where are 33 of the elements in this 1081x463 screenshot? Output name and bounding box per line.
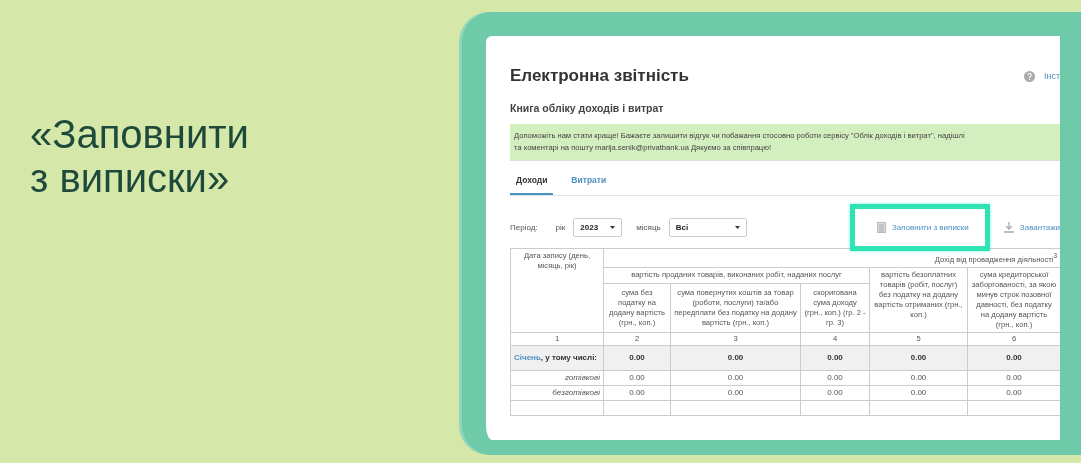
action-link[interactable]: Заповнити з виписки <box>876 221 969 233</box>
download-icon <box>1003 221 1014 233</box>
tab[interactable]: Витрати <box>565 171 613 195</box>
table-cell: 0.00 <box>800 370 870 386</box>
row-label: безготівкові <box>510 385 604 401</box>
help-link[interactable]: Інст <box>1043 71 1060 81</box>
table-cell: 0.00 <box>603 370 671 386</box>
action-link[interactable]: Завантажи <box>1003 221 1060 233</box>
month-link[interactable]: Січень <box>514 352 541 362</box>
year-label: рік <box>555 222 566 232</box>
table-cell: 0.00 <box>869 370 968 386</box>
table-cell: 0.00 <box>967 345 1060 371</box>
table-cell: 0.00 <box>869 345 968 371</box>
period-label: Період: <box>510 222 538 232</box>
year-select[interactable]: 2023 <box>573 217 623 237</box>
table-cell: 0.00 <box>800 385 870 401</box>
help-icon[interactable] <box>1023 70 1035 82</box>
page-title: Електронна звітність <box>510 66 689 86</box>
slide-heading: «Заповнити з виписки» <box>30 112 245 200</box>
table-cell: 0.00 <box>670 370 801 386</box>
table-cell: 0.00 <box>869 385 968 401</box>
month-select[interactable]: Всі <box>668 217 747 237</box>
table-cell: 0.00 <box>670 345 801 371</box>
section-subtitle: Книга обліку доходів і витрат <box>510 102 665 114</box>
month-label: місяць <box>636 222 661 232</box>
tab[interactable]: Доходи <box>510 171 554 195</box>
document-icon <box>876 221 886 233</box>
row-label: готівкові <box>510 370 604 386</box>
row-label: Січень, у тому числі: <box>514 352 598 362</box>
table-cell: 0.00 <box>670 385 801 401</box>
caret-icon <box>610 225 616 229</box>
caret-icon <box>734 225 740 229</box>
table-cell: 0.00 <box>603 385 671 401</box>
